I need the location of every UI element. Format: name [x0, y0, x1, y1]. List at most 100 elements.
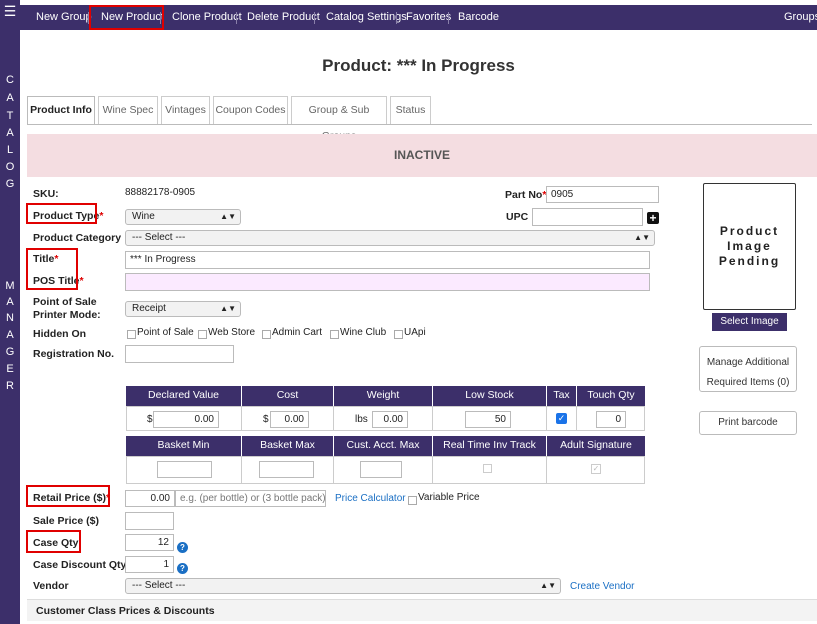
- sidebar-letter: G: [5, 178, 15, 190]
- cost-currency: $: [263, 414, 269, 425]
- sidebar-letter: A: [6, 296, 14, 308]
- header-cust-acct-max: Cust. Acct. Max: [334, 436, 432, 456]
- tab-group-sub-groups[interactable]: Group & Sub Groups: [291, 96, 387, 142]
- vendor-selected: --- Select ---: [132, 580, 186, 591]
- tab-coupon-codes[interactable]: Coupon Codes: [213, 96, 288, 124]
- create-vendor-link[interactable]: Create Vendor: [570, 581, 635, 592]
- chevron-updown-icon: ▲▼: [540, 581, 556, 590]
- case-discount-input[interactable]: 1: [125, 556, 174, 573]
- sale-price-input[interactable]: [125, 512, 174, 530]
- pos-printer-label-line2: Printer Mode:: [33, 309, 101, 321]
- sidebar-letter: O: [5, 161, 15, 173]
- tab-product-info[interactable]: Product Info: [27, 96, 95, 125]
- pos-printer-selected: Receipt: [132, 303, 166, 314]
- upc-label: UPC: [506, 211, 529, 223]
- header-cost: Cost: [242, 386, 333, 406]
- vendor-label: Vendor: [33, 580, 69, 592]
- upc-input[interactable]: [532, 208, 643, 226]
- vendor-select[interactable]: --- Select --- ▲▼: [125, 578, 561, 594]
- weight-input[interactable]: 0.00: [372, 411, 408, 428]
- cost-input[interactable]: 0.00: [270, 411, 309, 428]
- highlight-case-qty: [26, 530, 81, 553]
- highlight-title-fields: [26, 248, 78, 290]
- basket-min-input[interactable]: [157, 461, 212, 478]
- nav-groups[interactable]: Groups: [784, 5, 817, 30]
- customer-class-section-header[interactable]: Customer Class Prices & Discounts: [27, 599, 817, 621]
- basket-max-input[interactable]: [259, 461, 314, 478]
- declared-value-input[interactable]: 0.00: [153, 411, 219, 428]
- case-qty-input[interactable]: 12: [125, 534, 174, 551]
- image-placeholder-line2: Image: [727, 239, 772, 253]
- product-type-selected: Wine: [132, 211, 155, 222]
- sidebar-letter: N: [6, 312, 14, 324]
- hidden-on-admincart-checkbox[interactable]: [262, 330, 271, 339]
- variable-price-checkbox[interactable]: [408, 496, 417, 505]
- product-image-placeholder: Product Image Pending: [703, 183, 796, 310]
- adult-signature-checkbox[interactable]: ✓: [591, 464, 601, 474]
- hamburger-menu-icon[interactable]: ☰: [0, 4, 20, 18]
- product-category-label: Product Category: [33, 232, 122, 244]
- sidebar-letter: R: [6, 380, 14, 392]
- low-stock-input[interactable]: 50: [465, 411, 511, 428]
- nav-divider: [314, 12, 315, 24]
- add-upc-plus-icon[interactable]: +: [647, 212, 659, 224]
- sidebar-letter: L: [6, 144, 14, 156]
- retail-price-notes-input[interactable]: e.g. (per bottle) or (3 bottle pack): [175, 490, 326, 507]
- required-asterisk: *: [99, 210, 104, 222]
- select-image-button[interactable]: Select Image: [712, 313, 787, 331]
- header-real-time-inv: Real Time Inv Track: [433, 436, 546, 456]
- tab-wine-spec[interactable]: Wine Spec: [98, 96, 158, 124]
- tab-status[interactable]: Status: [390, 96, 431, 124]
- hidden-on-wineclub-checkbox[interactable]: [330, 330, 339, 339]
- cust-acct-max-input[interactable]: [360, 461, 402, 478]
- nav-divider: [448, 12, 449, 24]
- highlight-new-product: [89, 5, 164, 30]
- sku-label: SKU:: [33, 188, 59, 200]
- nav-new-group[interactable]: New Group: [36, 5, 92, 30]
- title-input[interactable]: *** In Progress: [125, 251, 650, 269]
- product-category-select[interactable]: --- Select --- ▲▼: [125, 230, 655, 246]
- sidebar-letter: G: [5, 346, 15, 358]
- nav-divider: [236, 12, 237, 24]
- part-no-input[interactable]: 0905: [546, 186, 659, 203]
- sidebar-letter: E: [6, 363, 14, 375]
- product-type-select[interactable]: Wine ▲▼: [125, 209, 241, 225]
- sidebar-letter: M: [5, 280, 15, 292]
- tab-vintages[interactable]: Vintages: [161, 96, 210, 124]
- sidebar-letter: C: [6, 74, 14, 86]
- print-barcode-button[interactable]: Print barcode: [699, 411, 797, 435]
- tab-divider: [27, 124, 812, 125]
- hidden-on-pos-checkbox[interactable]: [127, 330, 136, 339]
- nav-favorites[interactable]: Favorites: [406, 5, 451, 30]
- weight-unit: lbs: [355, 414, 368, 425]
- header-low-stock: Low Stock: [433, 386, 546, 406]
- manage-required-line2: Required Items (0): [706, 377, 790, 388]
- status-banner: INACTIVE: [27, 134, 817, 177]
- touch-qty-input[interactable]: 0: [596, 411, 626, 428]
- nav-delete-product[interactable]: Delete Product: [247, 5, 320, 30]
- retail-price-input[interactable]: 0.00: [125, 490, 175, 507]
- price-calculator-link[interactable]: Price Calculator: [335, 493, 406, 504]
- nav-divider: [396, 12, 397, 24]
- case-qty-help-icon[interactable]: ?: [177, 542, 188, 553]
- header-basket-max: Basket Max: [242, 436, 333, 456]
- part-no-label: Part No*: [505, 189, 546, 201]
- tax-checkbox[interactable]: ✓: [556, 413, 567, 424]
- nav-catalog-settings[interactable]: Catalog Settings: [326, 5, 407, 30]
- required-asterisk: *: [79, 275, 84, 287]
- pos-title-input[interactable]: [125, 273, 650, 291]
- real-time-inv-checkbox[interactable]: [483, 464, 492, 473]
- image-placeholder-line3: Pending: [718, 254, 781, 268]
- nav-clone-product[interactable]: Clone Product: [172, 5, 242, 30]
- pos-printer-select[interactable]: Receipt ▲▼: [125, 301, 241, 317]
- registration-input[interactable]: [125, 345, 234, 363]
- hidden-on-uapi-checkbox[interactable]: [394, 330, 403, 339]
- page-title: Product: *** In Progress: [322, 56, 515, 75]
- case-discount-help-icon[interactable]: ?: [177, 563, 188, 574]
- manage-required-items-button[interactable]: Manage Additional Required Items (0): [699, 346, 797, 392]
- header-tax: Tax: [547, 386, 576, 406]
- catalog-manager-sidebar: ☰ C A T A L O G M A N A G E R: [0, 0, 20, 624]
- nav-barcode[interactable]: Barcode: [458, 5, 499, 30]
- hidden-on-webstore-checkbox[interactable]: [198, 330, 207, 339]
- hidden-on-admincart-label: Admin Cart: [272, 327, 323, 338]
